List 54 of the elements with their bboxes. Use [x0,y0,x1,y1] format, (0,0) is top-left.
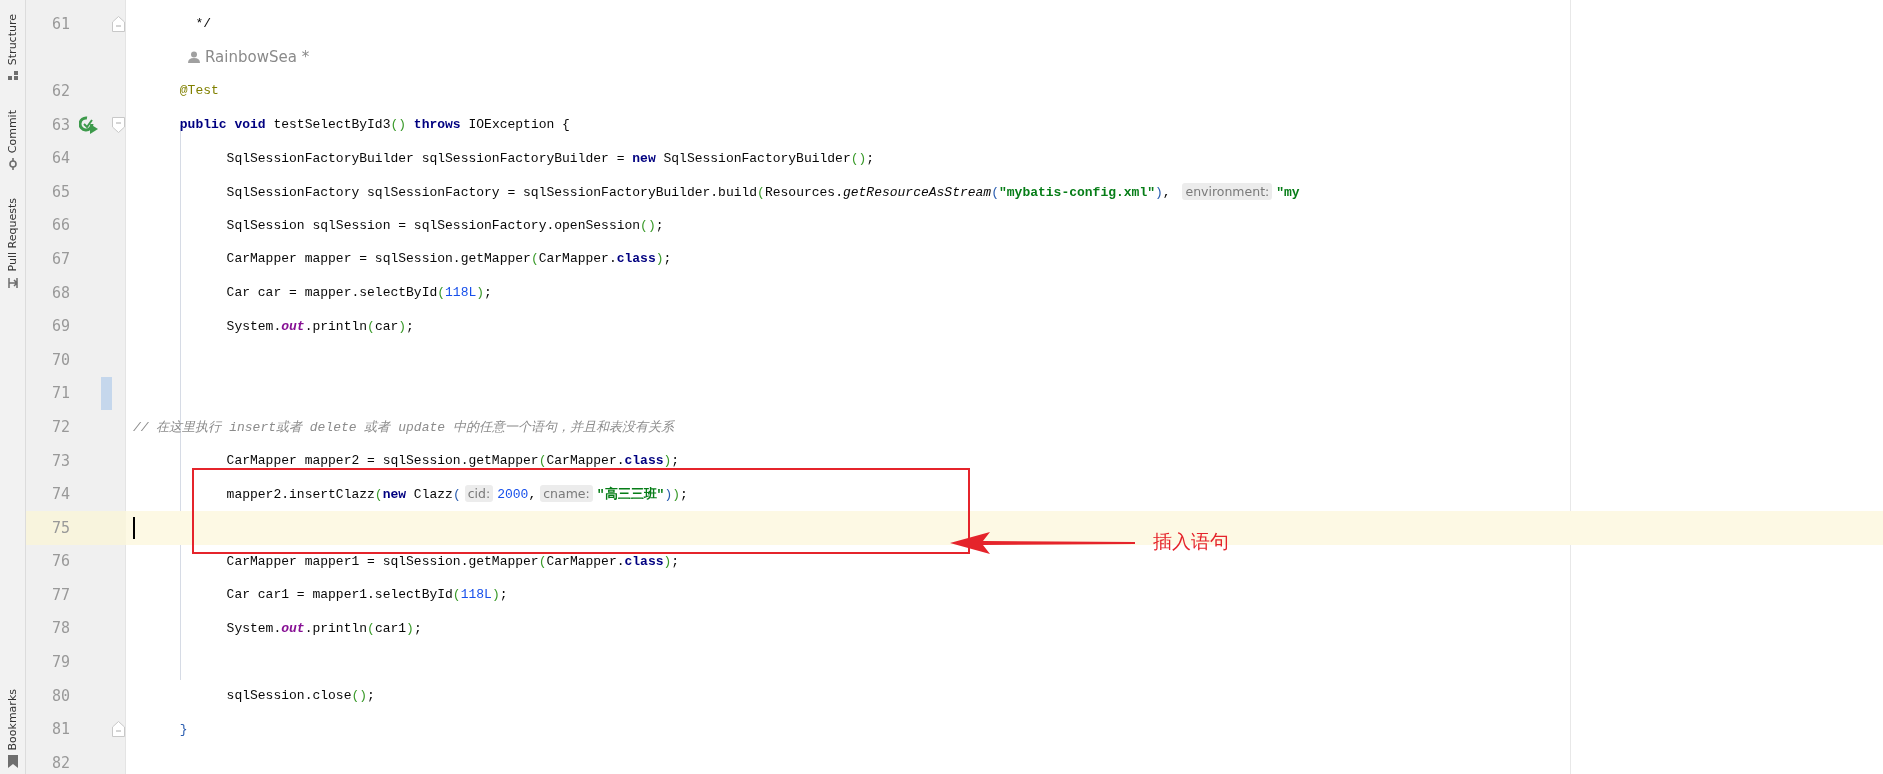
code-line: CarMapper mapper2 = sqlSession.getMapper(CarMapper.class); [225,453,680,468]
line-number: 62 [51,82,70,100]
code-line: System.out.println(car); [225,318,414,334]
tool-window-button[interactable]: Commit [6,110,19,171]
line-number: 61 [51,14,70,33]
line-number: 70 [51,350,70,369]
text-cursor [133,516,135,539]
pull-request-icon [6,276,19,289]
author-hint[interactable]: RainbowSea * [205,48,310,67]
line-number: 81 [51,720,70,739]
bookmark-icon [6,755,19,768]
person-icon [188,51,200,64]
line-number: 79 [51,653,70,672]
fold-icon[interactable] [112,116,125,133]
code-line: SqlSession sqlSession = sqlSessionFactory.openSession(); [225,217,664,233]
code-line: // 在这里执行 insert或者 delete 或者 update 中的任意一个语句，并且和表没有关系 [133,418,674,436]
structure-icon [6,70,19,83]
code-line: @Test [178,83,219,99]
change-marker[interactable] [101,376,112,411]
callout-label: 插入语句 [1153,529,1229,554]
run-icon[interactable] [79,115,99,134]
line-number: 80 [51,686,70,705]
line-number: 74 [51,485,70,504]
tool-window-button[interactable]: Structure [6,14,19,83]
line-number: 71 [51,384,70,403]
line-number: 66 [51,216,70,235]
line-number: 77 [51,585,70,604]
line-number: 73 [51,451,70,470]
code-line: Car car1 = mapper1.selectById(118L); [225,587,508,603]
code-line: } [178,721,188,737]
line-number: 72 [51,417,70,436]
code-line: */ [194,16,211,32]
line-number: 82 [51,753,70,772]
line-number: 64 [51,149,70,168]
code-line: System.out.println(car1); [225,621,422,636]
tool-window-button[interactable]: Pull Requests [6,198,19,289]
line-number: 76 [51,552,70,571]
code-line: CarMapper mapper = sqlSession.getMapper(CarMapper.class); [225,251,672,267]
tool-window-button[interactable]: Bookmarks [6,688,19,768]
line-number: 69 [51,317,70,336]
commit-icon [6,158,19,171]
line-number: 63 [51,115,70,134]
code-line: sqlSession.close(); [225,688,375,704]
code-line: mapper2.insertClazz(new Clazz( cid: 2000, cname: "高三三班")); [225,485,688,504]
code-line: SqlSessionFactoryBuilder sqlSessionFactoryBuilder = new SqlSessionFactoryBuilder(); [225,150,875,166]
line-number: 75 [51,518,70,537]
line-number: 67 [51,249,70,268]
code-line: CarMapper mapper1 = sqlSession.getMapper(CarMapper.class); [225,553,680,569]
line-number: 78 [51,619,70,638]
line-number: 65 [51,182,70,201]
code-line: public void testSelectById3() throws IOException { [178,117,570,133]
code-line: SqlSessionFactory sqlSessionFactory = sqlSessionFactoryBuilder.build(Resources.getResourceAsStream("mybatis-config.xml"), environment: "my [225,183,1300,200]
line-number: 68 [51,283,70,302]
code-line: Car car = mapper.selectById(118L); [225,285,492,301]
